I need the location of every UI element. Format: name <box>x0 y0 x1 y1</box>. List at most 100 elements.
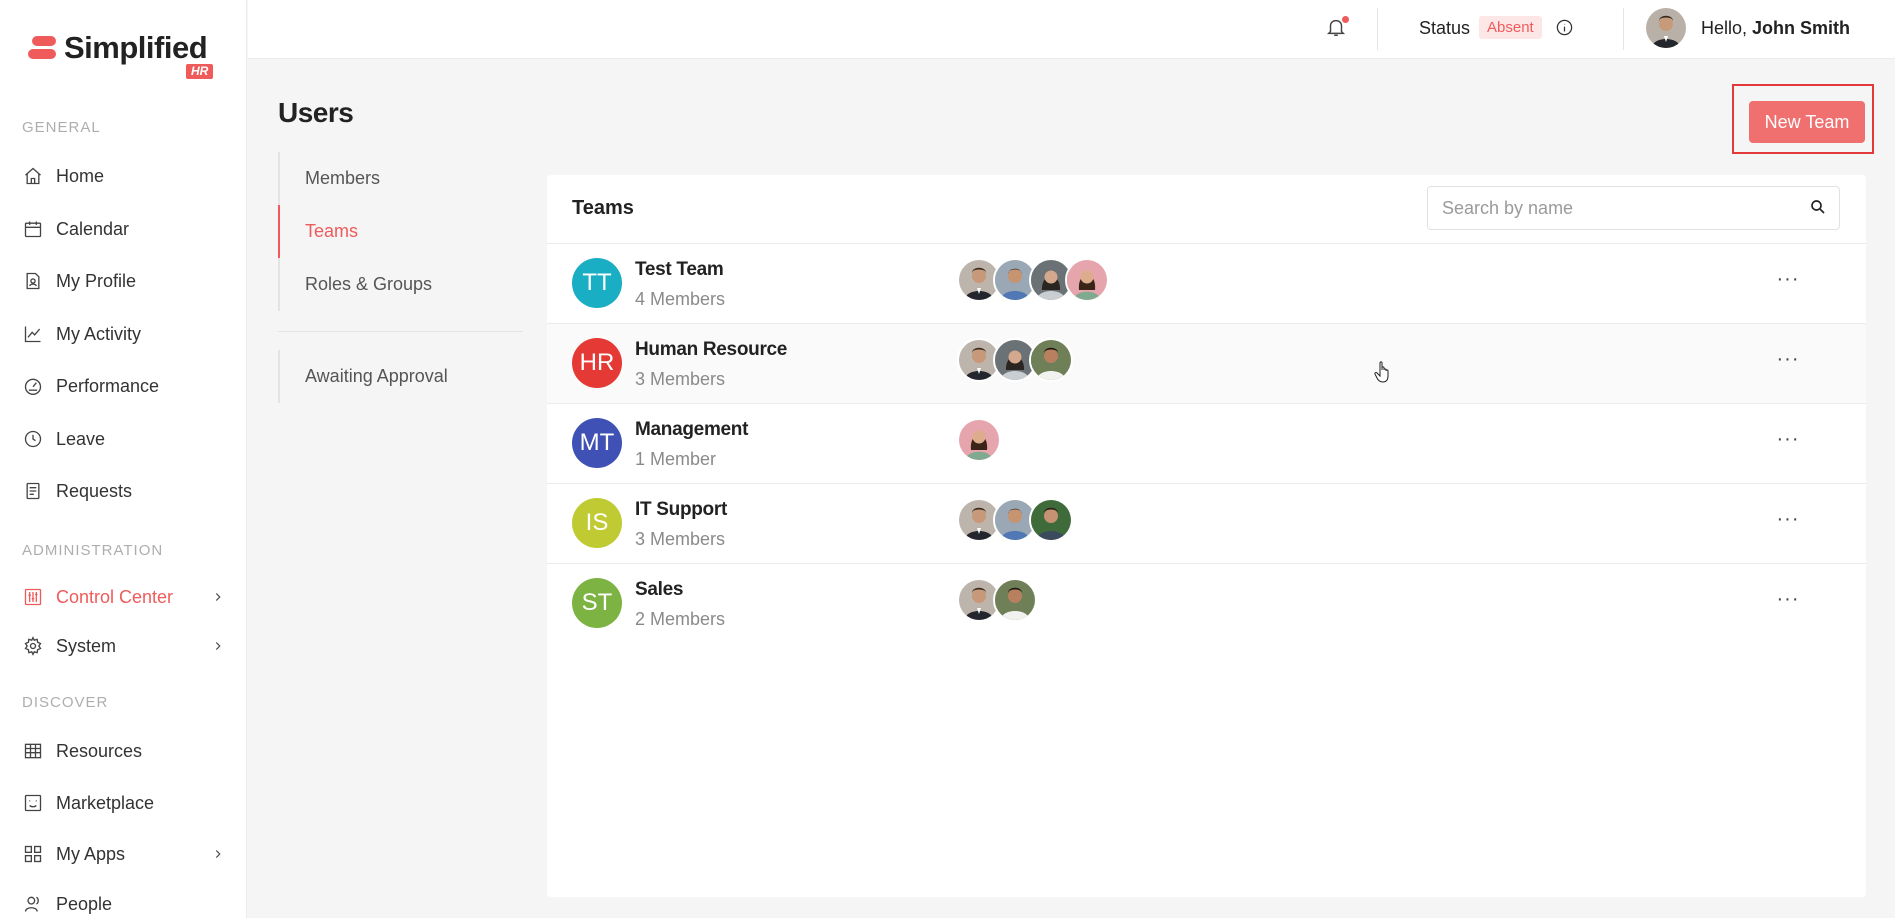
team-member-count: 3 Members <box>635 529 726 549</box>
sidebar-item-control-center[interactable]: Control Center <box>22 583 227 611</box>
sidebar: Simplified HR GENERAL Home Calendar My P… <box>0 0 247 918</box>
divider <box>1623 8 1624 50</box>
logo-mark-icon <box>28 36 58 62</box>
info-icon[interactable] <box>1555 18 1575 38</box>
tab-members[interactable]: Members <box>280 152 523 205</box>
sidebar-item-performance[interactable]: Performance <box>22 372 227 400</box>
subnav-divider <box>278 331 523 332</box>
tab-roles-groups[interactable]: Roles & Groups <box>280 258 523 311</box>
tab-teams[interactable]: Teams <box>278 205 523 258</box>
apps-grid-icon <box>22 843 44 865</box>
team-member-count: 1 Member <box>635 449 717 469</box>
people-icon <box>22 893 44 915</box>
team-avatar: HR <box>572 338 622 388</box>
member-avatar[interactable] <box>957 418 1001 462</box>
table-row[interactable]: IS IT Support 3 Members ··· <box>547 483 1866 563</box>
home-icon <box>22 165 44 187</box>
sidebar-item-label: Calendar <box>56 218 130 239</box>
chevron-right-icon <box>211 845 227 863</box>
user-avatar[interactable] <box>1646 8 1686 48</box>
section-general: GENERAL <box>22 119 101 136</box>
status-label: Status <box>1419 18 1471 38</box>
tab-awaiting-approval[interactable]: Awaiting Approval <box>280 350 523 403</box>
users-subnav: Members Teams Roles & Groups Awaiting Ap… <box>278 152 523 403</box>
sidebar-item-label: My Apps <box>56 843 126 864</box>
team-avatar: ST <box>572 578 622 628</box>
sidebar-item-calendar[interactable]: Calendar <box>22 215 227 243</box>
subnav-group: Members Teams Roles & Groups <box>278 152 523 311</box>
calendar-icon <box>22 218 44 240</box>
table-row[interactable]: MT Management 1 Member ··· <box>547 403 1866 483</box>
chevron-right-icon <box>211 588 227 606</box>
search-input[interactable] <box>1440 197 1784 220</box>
table-row[interactable]: HR Human Resource 3 Members ··· <box>547 323 1866 403</box>
team-member-count: 4 Members <box>635 289 726 309</box>
sidebar-item-label: Home <box>56 165 105 186</box>
team-name[interactable]: Management <box>635 419 748 441</box>
sidebar-item-resources[interactable]: Resources <box>22 737 227 765</box>
chevron-right-icon <box>211 637 227 655</box>
user-name: John Smith <box>1752 18 1851 38</box>
team-member-count: 2 Members <box>635 609 726 629</box>
marketplace-icon <box>22 792 44 814</box>
clock-icon <box>22 428 44 450</box>
team-name[interactable]: IT Support <box>635 499 727 521</box>
gear-icon <box>22 635 44 657</box>
hand-cursor-icon <box>1374 361 1389 383</box>
sidebar-item-label: Performance <box>56 375 160 396</box>
more-options-icon[interactable]: ··· <box>1773 506 1803 536</box>
sidebar-item-requests[interactable]: Requests <box>22 477 227 505</box>
subnav-group: Awaiting Approval <box>278 350 523 403</box>
search-box[interactable] <box>1427 186 1840 230</box>
notification-bell-icon[interactable] <box>1325 16 1349 42</box>
table-row[interactable]: TT Test Team 4 Members ··· <box>547 243 1866 323</box>
more-options-icon[interactable]: ··· <box>1773 346 1803 376</box>
panel-title: Teams <box>572 197 634 219</box>
team-name[interactable]: Test Team <box>635 259 724 281</box>
notification-dot <box>1342 16 1349 23</box>
member-avatar[interactable] <box>1029 338 1073 382</box>
sidebar-item-label: System <box>56 635 117 656</box>
sidebar-item-home[interactable]: Home <box>22 162 227 190</box>
sidebar-item-marketplace[interactable]: Marketplace <box>22 789 227 817</box>
team-avatar: MT <box>572 418 622 468</box>
team-avatar: TT <box>572 258 622 308</box>
more-options-icon[interactable]: ··· <box>1773 266 1803 296</box>
logo-text: Simplified <box>64 30 208 65</box>
member-avatar[interactable] <box>993 578 1037 622</box>
greeting[interactable]: Hello, John Smith <box>1701 18 1850 39</box>
new-team-button[interactable]: New Team <box>1749 101 1865 143</box>
sidebar-item-label: Resources <box>56 740 143 761</box>
greeting-prefix: Hello, <box>1701 18 1748 38</box>
divider <box>1377 8 1378 50</box>
section-discover: DISCOVER <box>22 694 109 711</box>
sidebar-item-people[interactable]: People <box>22 890 227 918</box>
logo-badge: HR <box>186 64 214 79</box>
teams-panel: Teams TT Test Team 4 Members ··· HR Human Res… <box>547 175 1866 897</box>
teams-list: TT Test Team 4 Members ··· HR Human Resource 3… <box>547 243 1866 643</box>
gauge-icon <box>22 375 44 397</box>
status-badge[interactable]: Absent <box>1479 16 1542 39</box>
sidebar-item-label: My Profile <box>56 270 137 291</box>
document-icon <box>22 480 44 502</box>
section-administration: ADMINISTRATION <box>22 542 164 559</box>
sidebar-item-my-apps[interactable]: My Apps <box>22 840 227 868</box>
sidebar-item-my-profile[interactable]: My Profile <box>22 267 227 295</box>
sidebar-item-leave[interactable]: Leave <box>22 425 227 453</box>
sidebar-item-my-activity[interactable]: My Activity <box>22 320 227 348</box>
sidebar-item-label: Control Center <box>56 586 174 607</box>
member-avatar[interactable] <box>1029 498 1073 542</box>
sidebar-item-system[interactable]: System <box>22 632 227 660</box>
team-name[interactable]: Sales <box>635 579 683 601</box>
page-title: Users <box>278 97 354 128</box>
search-icon[interactable] <box>1809 198 1829 218</box>
member-avatar[interactable] <box>1065 258 1109 302</box>
more-options-icon[interactable]: ··· <box>1773 426 1803 456</box>
table-row[interactable]: ST Sales 2 Members ··· <box>547 563 1866 643</box>
more-options-icon[interactable]: ··· <box>1773 586 1803 616</box>
table-icon <box>22 740 44 762</box>
sidebar-item-label: People <box>56 893 113 914</box>
activity-icon <box>22 323 44 345</box>
team-name[interactable]: Human Resource <box>635 339 787 361</box>
sidebar-item-label: Marketplace <box>56 792 155 813</box>
